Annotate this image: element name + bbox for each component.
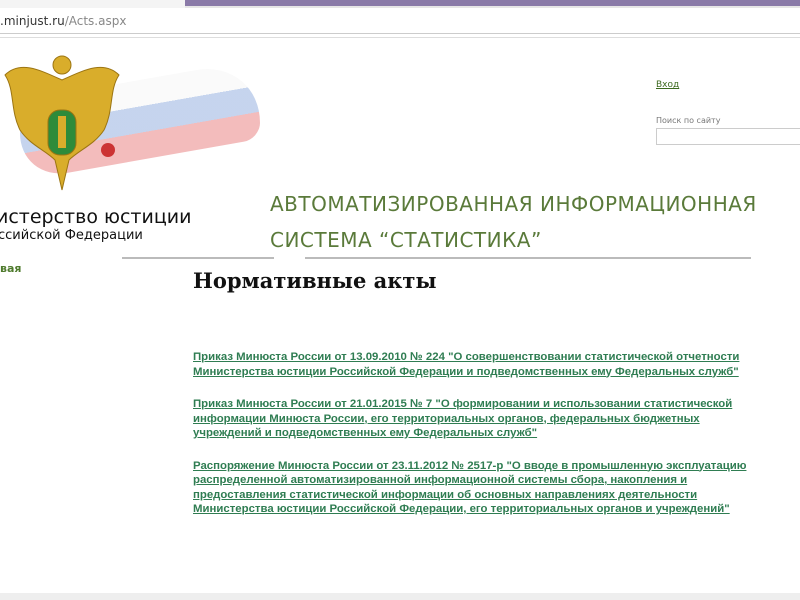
divider bbox=[122, 257, 274, 259]
url-host: .minjust.ru bbox=[0, 14, 65, 28]
search-label: Поиск по сайту bbox=[656, 116, 721, 125]
browser-tab[interactable] bbox=[185, 0, 800, 6]
nav-home-link[interactable]: вая bbox=[0, 262, 21, 275]
act-link[interactable]: Приказ Минюста России от 13.09.2010 № 22… bbox=[193, 350, 758, 379]
status-bar bbox=[0, 593, 800, 600]
divider bbox=[305, 257, 751, 259]
browser-tab-strip bbox=[0, 0, 800, 8]
system-title-line1: АВТОМАТИЗИРОВАННАЯ ИНФОРМАЦИОННАЯ bbox=[270, 192, 757, 216]
system-title-line2: СИСТЕМА “СТАТИСТИКА” bbox=[270, 228, 542, 252]
site-search-input[interactable] bbox=[656, 128, 800, 145]
act-link[interactable]: Приказ Минюста России от 21.01.2015 № 7 … bbox=[193, 397, 758, 441]
act-link[interactable]: Распоряжение Минюста России от 23.11.201… bbox=[193, 459, 758, 517]
ministry-name: истерство юстиции bbox=[0, 206, 192, 228]
page-title: Нормативные акты bbox=[193, 268, 437, 293]
login-link[interactable]: Вход bbox=[656, 80, 679, 90]
ministry-subtitle: ссийской Федерации bbox=[0, 228, 143, 243]
divider bbox=[0, 37, 800, 38]
system-title: АВТОМАТИЗИРОВАННАЯ ИНФОРМАЦИОННАЯ СИСТЕМ… bbox=[270, 186, 757, 258]
acts-list: Приказ Минюста России от 13.09.2010 № 22… bbox=[193, 350, 758, 535]
url-path: /Acts.aspx bbox=[64, 14, 127, 28]
browser-tab-active[interactable] bbox=[0, 0, 185, 8]
address-bar[interactable]: .minjust.ru/Acts.aspx bbox=[0, 9, 800, 34]
double-headed-eagle-emblem-icon bbox=[4, 55, 120, 191]
